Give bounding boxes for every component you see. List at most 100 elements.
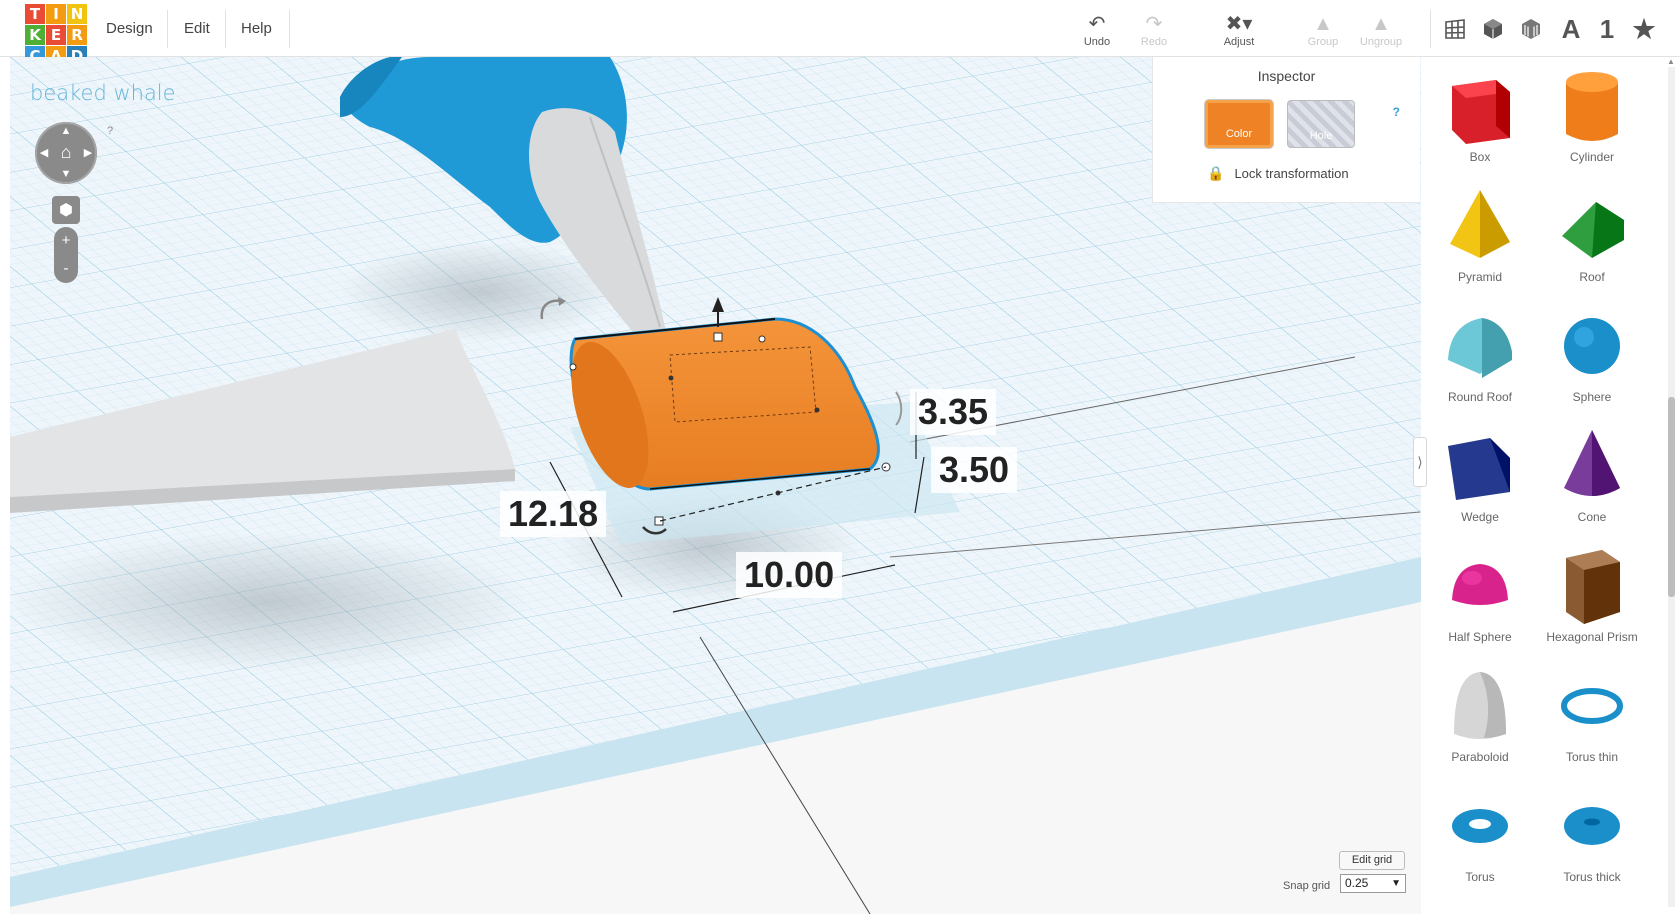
resize-handle[interactable] (758, 335, 766, 343)
shape-item-roof[interactable]: Roof (1542, 184, 1642, 296)
length-dimension-label[interactable]: 12.18 (500, 491, 607, 537)
round-roof-icon (1430, 304, 1530, 388)
menu-divider (167, 10, 168, 48)
shape-label: Torus thick (1563, 870, 1621, 884)
ungroup-button[interactable]: ▲ Ungroup (1353, 12, 1409, 48)
shape-item-wedge[interactable]: Wedge (1430, 424, 1530, 536)
edit-grid-button[interactable]: Edit grid (1339, 851, 1405, 870)
fit-view-button[interactable]: ⬢ (52, 196, 80, 224)
hexagonal-prism-icon (1542, 544, 1642, 628)
resize-handle[interactable] (569, 363, 577, 371)
shape-item-box[interactable]: Box (1430, 64, 1530, 176)
shape-label: Pyramid (1457, 270, 1502, 284)
design-title[interactable]: beaked whale (30, 81, 176, 105)
scrollbar-thumb[interactable] (1668, 397, 1675, 597)
shape-item-cylinder[interactable]: Cylinder (1542, 64, 1642, 176)
menu-divider (225, 10, 226, 48)
shape-label: Torus thin (1565, 750, 1619, 764)
shape-item-round-roof[interactable]: Round Roof (1430, 304, 1530, 416)
orbit-control[interactable]: ▲ ▼ ◀ ▶ ⌂ (35, 122, 97, 184)
cube-icon (1484, 19, 1502, 39)
group-button[interactable]: ▲ Group (1295, 12, 1351, 48)
zoom-out-button[interactable]: - (54, 255, 78, 283)
redo-button[interactable]: ↷ Redo (1126, 12, 1182, 48)
shape-label: Sphere (1572, 390, 1612, 404)
torus-thin-icon (1542, 664, 1642, 748)
torus-icon (1430, 784, 1530, 868)
orbit-right-icon[interactable]: ▶ (82, 146, 94, 159)
scroll-up-icon[interactable]: ▲ (1667, 57, 1675, 66)
inspector-panel: Inspector ? Color Hole 🔒 Lock transforma… (1152, 57, 1420, 203)
shapes-panel: Box Cylinder Pyramid Roof Round Roof Sphere We… (1430, 57, 1680, 917)
number-tool-button[interactable]: 1 (1591, 12, 1623, 46)
orbit-left-icon[interactable]: ◀ (38, 146, 50, 159)
adjust-label: Adjust (1223, 36, 1255, 48)
grid-view-button[interactable] (1439, 12, 1471, 46)
shape-item-cone[interactable]: Cone (1542, 424, 1642, 536)
shape-item-pyramid[interactable]: Pyramid (1430, 184, 1530, 296)
zoom-in-button[interactable]: + (54, 227, 78, 255)
width-dimension-label[interactable]: 10.00 (736, 552, 843, 598)
shape-label: Hexagonal Prism (1546, 630, 1638, 644)
paraboloid-icon (1430, 664, 1530, 748)
half-sphere-icon (1430, 544, 1530, 628)
menu-divider (289, 10, 290, 48)
home-view-icon[interactable]: ⌂ (56, 142, 76, 162)
menu-help[interactable]: Help (241, 0, 272, 57)
shape-item-hexagonal-prism[interactable]: Hexagonal Prism (1542, 544, 1642, 656)
favorites-button[interactable]: ★ (1628, 12, 1660, 46)
logo-letter: E (46, 25, 66, 45)
resize-handle[interactable] (814, 407, 820, 413)
shape-item-torus-thin[interactable]: Torus thin (1542, 664, 1642, 776)
orbit-up-icon[interactable]: ▲ (60, 125, 72, 137)
shapes-view-button[interactable] (1477, 12, 1509, 46)
ungroup-label: Ungroup (1359, 36, 1403, 48)
adjust-icon: ✖▾ (1225, 13, 1253, 35)
hole-button[interactable]: Hole (1287, 100, 1355, 148)
adjust-button[interactable]: ✖▾ Adjust (1211, 12, 1267, 48)
lock-icon: 🔒 (1207, 165, 1225, 181)
shape-item-half-sphere[interactable]: Half Sphere (1430, 544, 1530, 656)
star-icon: ★ (1632, 13, 1656, 44)
redo-icon: ↷ (1145, 13, 1163, 35)
shape-item-torus-thick[interactable]: Torus thick (1542, 784, 1642, 896)
snap-grid-select[interactable]: 0.25 ▼ (1340, 874, 1406, 893)
shape-label: Roof (1579, 270, 1605, 284)
undo-button[interactable]: ↶ Undo (1069, 12, 1125, 48)
lock-transformation-label: Lock transformation (1234, 166, 1349, 181)
view-cube-icon: ⬢ (59, 202, 73, 219)
chevron-right-icon: ⟩ (1417, 453, 1423, 470)
toolbar-divider (1430, 10, 1431, 48)
menu-edit[interactable]: Edit (184, 0, 210, 57)
menu-design[interactable]: Design (106, 0, 153, 57)
shape-label: Cone (1577, 510, 1607, 524)
zoom-control: + - (54, 227, 78, 283)
resize-handle[interactable] (668, 375, 674, 381)
collapse-panel-button[interactable]: ⟩ (1413, 437, 1427, 487)
cylinder-icon (1542, 64, 1642, 148)
shape-item-sphere[interactable]: Sphere (1542, 304, 1642, 416)
logo-letter: I (46, 4, 66, 24)
shapes-scrollbar[interactable]: ▲ (1665, 57, 1677, 917)
undo-label: Undo (1083, 36, 1111, 48)
shape-item-torus[interactable]: Torus (1430, 784, 1530, 896)
logo-letter: K (25, 25, 45, 45)
lock-transformation-toggle[interactable]: 🔒 Lock transformation (1207, 165, 1349, 182)
height-dimension-label[interactable]: 3.35 (910, 389, 997, 435)
cone-icon (1542, 424, 1642, 508)
box-icon (1430, 64, 1530, 148)
inspector-help[interactable]: ? (1393, 105, 1400, 119)
navigation-help[interactable]: ? (107, 125, 113, 137)
components-view-button[interactable] (1515, 12, 1547, 46)
color-button[interactable]: Color (1205, 100, 1273, 148)
resize-handle[interactable] (713, 332, 723, 342)
elevation-dimension-label[interactable]: 3.50 (931, 447, 1018, 493)
wedge-icon (1430, 424, 1530, 508)
shape-shadow (10, 532, 530, 672)
text-tool-button[interactable]: A (1555, 12, 1587, 46)
undo-icon: ↶ (1088, 13, 1106, 35)
orbit-down-icon[interactable]: ▼ (60, 168, 72, 180)
shape-item-paraboloid[interactable]: Paraboloid (1430, 664, 1530, 776)
torus-thick-icon (1542, 784, 1642, 868)
tinkercad-editor: TINKERCAD Design Edit Help ↶ Undo ↷ Redo… (0, 0, 1680, 917)
